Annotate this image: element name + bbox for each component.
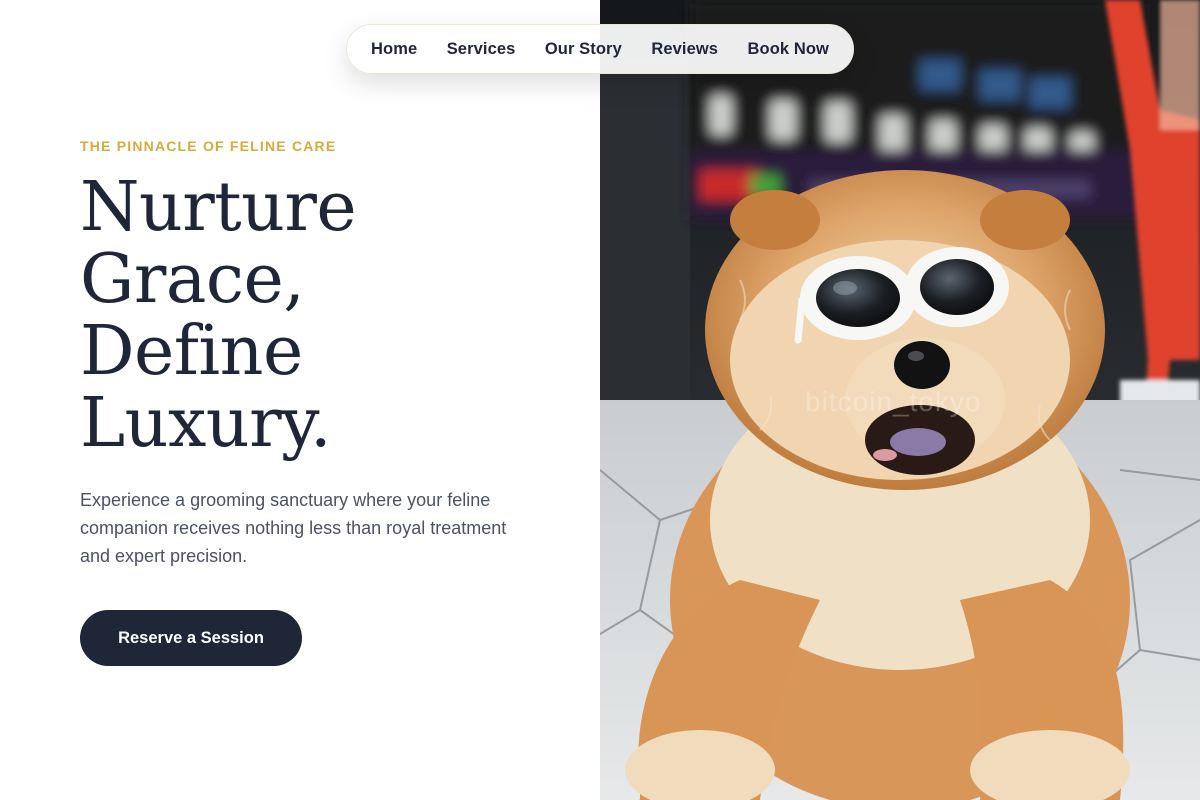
hero-text-panel: THE PINNACLE OF FELINE CARE Nurture Grac… (0, 0, 600, 800)
nav-home-link[interactable]: Home (371, 40, 417, 59)
reserve-session-button[interactable]: Reserve a Session (80, 610, 302, 666)
hero-eyebrow: THE PINNACLE OF FELINE CARE (80, 138, 337, 154)
nav-reviews-link[interactable]: Reviews (651, 40, 718, 59)
headline-line: Luxury. (80, 384, 332, 463)
headline-line: Nurture (80, 168, 357, 247)
top-nav: Home Services Our Story Reviews Book Now (346, 24, 854, 74)
hero-headline: Nurture Grace, Define Luxury. (80, 172, 560, 460)
headline-line: Define (80, 312, 303, 391)
hero-description: Experience a grooming sanctuary where yo… (80, 490, 507, 566)
image-watermark: bitcoin_tokyo (805, 386, 982, 417)
hero-image: bitcoin_tokyo (600, 0, 1200, 800)
nav-our-story-link[interactable]: Our Story (545, 40, 622, 59)
nav-book-now-link[interactable]: Book Now (748, 40, 829, 59)
nav-services-link[interactable]: Services (447, 40, 516, 59)
headline-line: Grace, (80, 240, 305, 319)
